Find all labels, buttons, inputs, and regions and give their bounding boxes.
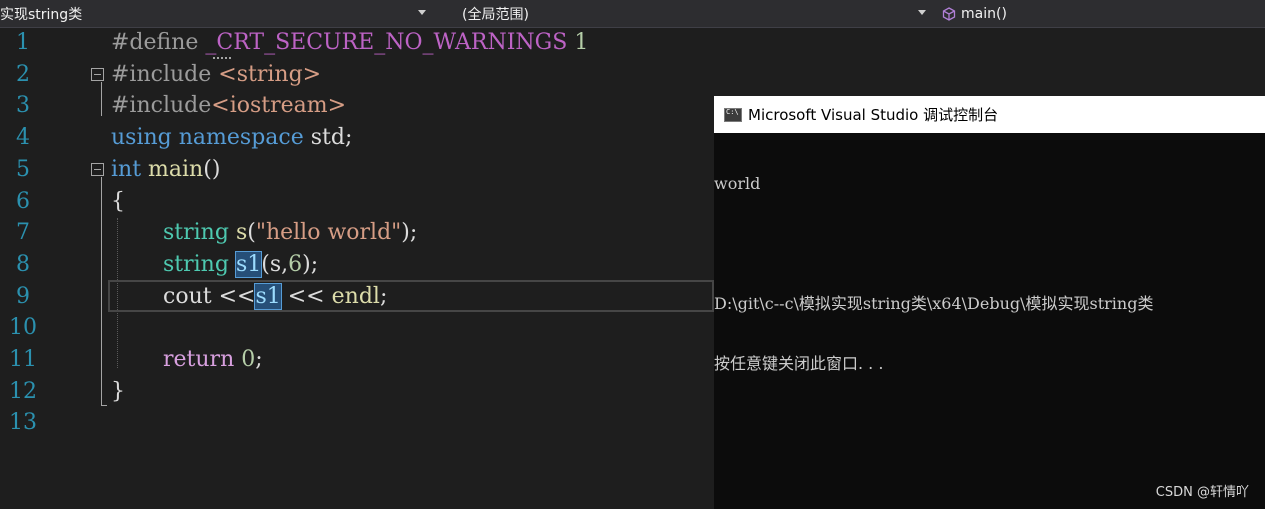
code-line-12: } xyxy=(111,379,125,404)
line-number: 5 xyxy=(16,157,30,182)
code-line-5: int main() xyxy=(111,157,220,182)
code-line-2: #include <string> xyxy=(111,62,321,87)
console-title-bar[interactable]: Microsoft Visual Studio 调试控制台 xyxy=(714,96,1265,133)
punctuation: ( xyxy=(261,252,270,277)
code-line-4: using namespace std; xyxy=(111,125,352,150)
watermark: CSDN @轩情吖 xyxy=(1155,485,1249,500)
fold-toggle-icon[interactable] xyxy=(91,68,104,81)
code-line-7: string s("hello world"); xyxy=(163,220,417,245)
macro-name: _CRT_SECURE_NO_WARNINGS xyxy=(205,30,568,55)
line-number: 1 xyxy=(16,30,30,55)
punctuation: ; xyxy=(379,284,388,309)
line-number: 13 xyxy=(9,410,37,435)
scope-dropdown-label: (全局范围) xyxy=(462,6,529,23)
code-line-11: return 0; xyxy=(163,347,263,372)
highlighted-variable: s1 xyxy=(254,283,282,310)
line-number: 8 xyxy=(16,252,30,277)
chevron-down-icon xyxy=(418,10,426,15)
cube-icon xyxy=(942,6,956,21)
punctuation: ); xyxy=(401,220,418,245)
punctuation: } xyxy=(111,379,125,404)
function-name: main xyxy=(148,157,204,182)
punctuation: ( xyxy=(247,220,256,245)
project-dropdown-label: 实现string类 xyxy=(0,6,83,23)
string-literal: "hello world" xyxy=(255,220,402,245)
code-line-9: cout <<s1 << endl; xyxy=(163,283,388,310)
fold-toggle-icon[interactable] xyxy=(91,163,104,176)
line-number: 9 xyxy=(16,284,30,309)
punctuation: () xyxy=(203,157,221,182)
debug-console-window[interactable]: Microsoft Visual Studio 调试控制台 world D:\g… xyxy=(714,96,1265,509)
number-literal: 1 xyxy=(574,30,589,55)
console-output-line: D:\git\c--c\模拟实现string类\x64\Debug\模拟实现st… xyxy=(714,294,1154,313)
scope-dropdown[interactable]: (全局范围) xyxy=(438,0,934,27)
line-number: 10 xyxy=(9,315,37,340)
code-line-1: #define _CRT_SECURE_NO_WARNINGS 1 xyxy=(111,30,588,55)
line-number: 4 xyxy=(16,125,30,150)
include-header: <string> xyxy=(218,62,322,87)
fold-guide xyxy=(101,82,102,116)
line-number: 11 xyxy=(9,347,37,372)
type-name: string xyxy=(163,252,229,277)
navigation-bar: 实现string类 (全局范围) main() xyxy=(0,0,1265,28)
namespace-name: std; xyxy=(310,125,353,150)
variable-name: cout xyxy=(163,284,212,309)
line-number: 12 xyxy=(9,379,37,404)
operator: << xyxy=(218,284,256,309)
highlighted-variable: s1 xyxy=(234,251,263,278)
suggestion-squiggle xyxy=(213,54,231,59)
keyword: namespace xyxy=(178,125,304,150)
console-title: Microsoft Visual Studio 调试控制台 xyxy=(748,106,999,124)
fold-guide xyxy=(101,177,102,406)
number-literal: 0 xyxy=(241,347,256,372)
console-app-icon xyxy=(724,107,742,122)
code-line-3: #include<iostream> xyxy=(111,93,346,118)
type-name: string xyxy=(163,220,229,245)
chevron-down-icon xyxy=(918,10,926,15)
console-output-line: world xyxy=(714,174,761,193)
console-output-line: 按任意键关闭此窗口. . . xyxy=(714,354,884,373)
code-line-6: { xyxy=(111,189,125,214)
operator: << xyxy=(287,284,325,309)
function-name: endl xyxy=(331,284,380,309)
preprocessor-directive: #include xyxy=(111,93,212,118)
line-number: 7 xyxy=(16,220,30,245)
control-keyword: return xyxy=(163,347,235,372)
preprocessor-directive: #include xyxy=(111,62,212,87)
project-dropdown[interactable]: 实现string类 xyxy=(0,0,434,27)
fold-guide-end xyxy=(101,405,107,406)
code-line-8: string s1(s,6); xyxy=(163,251,319,278)
console-output: world D:\git\c--c\模拟实现string类\x64\Debug\… xyxy=(714,133,1265,414)
variable-name: s xyxy=(235,220,248,245)
member-dropdown[interactable]: main() xyxy=(938,0,1265,27)
punctuation: { xyxy=(111,189,125,214)
number-literal: 6 xyxy=(288,252,303,277)
include-header: <iostream> xyxy=(211,93,347,118)
variable-name: s xyxy=(269,252,282,277)
preprocessor-directive: #define xyxy=(111,30,199,55)
line-number: 6 xyxy=(16,189,30,214)
punctuation: ; xyxy=(255,347,263,372)
punctuation: ); xyxy=(302,252,319,277)
keyword: using xyxy=(111,125,172,150)
line-number: 3 xyxy=(16,93,30,118)
keyword: int xyxy=(111,157,142,182)
line-number: 2 xyxy=(16,62,30,87)
member-dropdown-label: main() xyxy=(961,5,1007,22)
